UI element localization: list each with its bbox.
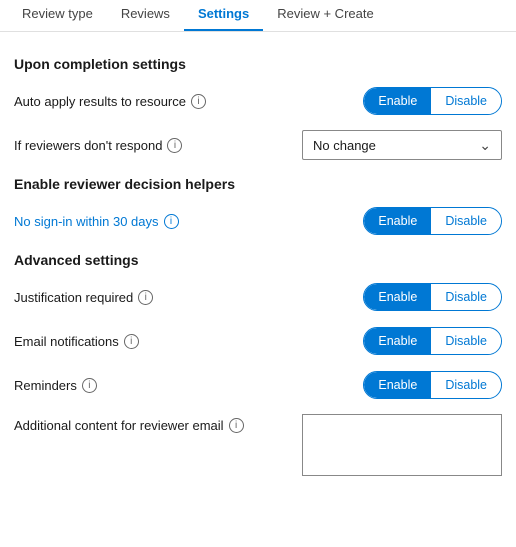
reviewers-respond-row: If reviewers don't respond i No change ⌄ <box>14 130 502 160</box>
auto-apply-label-text: Auto apply results to resource <box>14 94 186 109</box>
tab-review-type[interactable]: Review type <box>8 0 107 31</box>
reminders-disable-btn[interactable]: Disable <box>431 372 501 398</box>
tab-review-create[interactable]: Review + Create <box>263 0 387 31</box>
no-signin-row: No sign-in within 30 days i Enable Disab… <box>14 206 502 236</box>
justification-info-icon[interactable]: i <box>138 290 153 305</box>
auto-apply-label: Auto apply results to resource i <box>14 94 206 109</box>
auto-apply-disable-btn[interactable]: Disable <box>431 88 501 114</box>
email-notifications-toggle: Enable Disable <box>363 327 502 355</box>
reminders-label-text: Reminders <box>14 378 77 393</box>
dropdown-value: No change <box>313 138 376 153</box>
reviewer-email-row: Additional content for reviewer email i <box>14 414 502 476</box>
reviewers-respond-dropdown[interactable]: No change ⌄ <box>302 130 502 160</box>
justification-enable-btn[interactable]: Enable <box>364 284 431 310</box>
justification-row: Justification required i Enable Disable <box>14 282 502 312</box>
reviewer-email-label: Additional content for reviewer email i <box>14 414 244 433</box>
email-notifications-label: Email notifications i <box>14 334 139 349</box>
decision-helpers-section-header: Enable reviewer decision helpers <box>14 176 502 192</box>
reviewer-email-textarea[interactable] <box>302 414 502 476</box>
auto-apply-info-icon[interactable]: i <box>191 94 206 109</box>
tab-navigation: Review type Reviews Settings Review + Cr… <box>0 0 516 32</box>
auto-apply-row: Auto apply results to resource i Enable … <box>14 86 502 116</box>
email-notifications-row: Email notifications i Enable Disable <box>14 326 502 356</box>
no-signin-label-text: No sign-in within 30 days <box>14 214 159 229</box>
auto-apply-enable-btn[interactable]: Enable <box>364 88 431 114</box>
completion-section-header: Upon completion settings <box>14 56 502 72</box>
justification-label: Justification required i <box>14 290 153 305</box>
advanced-section-header: Advanced settings <box>14 252 502 268</box>
main-content: Upon completion settings Auto apply resu… <box>0 32 516 496</box>
reminders-toggle: Enable Disable <box>363 371 502 399</box>
email-notifications-info-icon[interactable]: i <box>124 334 139 349</box>
email-notifications-enable-btn[interactable]: Enable <box>364 328 431 354</box>
no-signin-toggle: Enable Disable <box>363 207 502 235</box>
no-signin-info-icon[interactable]: i <box>164 214 179 229</box>
chevron-down-icon: ⌄ <box>479 137 491 154</box>
tab-reviews[interactable]: Reviews <box>107 0 184 31</box>
no-signin-enable-btn[interactable]: Enable <box>364 208 431 234</box>
reviewers-respond-info-icon[interactable]: i <box>167 138 182 153</box>
no-signin-label: No sign-in within 30 days i <box>14 214 179 229</box>
reminders-row: Reminders i Enable Disable <box>14 370 502 400</box>
reviewers-respond-label-text: If reviewers don't respond <box>14 138 162 153</box>
email-notifications-disable-btn[interactable]: Disable <box>431 328 501 354</box>
reviewer-email-info-icon[interactable]: i <box>229 418 244 433</box>
reminders-enable-btn[interactable]: Enable <box>364 372 431 398</box>
email-notifications-label-text: Email notifications <box>14 334 119 349</box>
reviewer-email-label-text: Additional content for reviewer email <box>14 418 224 433</box>
justification-label-text: Justification required <box>14 290 133 305</box>
reminders-label: Reminders i <box>14 378 97 393</box>
auto-apply-toggle: Enable Disable <box>363 87 502 115</box>
tab-settings[interactable]: Settings <box>184 0 263 31</box>
justification-toggle: Enable Disable <box>363 283 502 311</box>
reviewers-respond-label: If reviewers don't respond i <box>14 138 182 153</box>
no-signin-disable-btn[interactable]: Disable <box>431 208 501 234</box>
justification-disable-btn[interactable]: Disable <box>431 284 501 310</box>
reminders-info-icon[interactable]: i <box>82 378 97 393</box>
